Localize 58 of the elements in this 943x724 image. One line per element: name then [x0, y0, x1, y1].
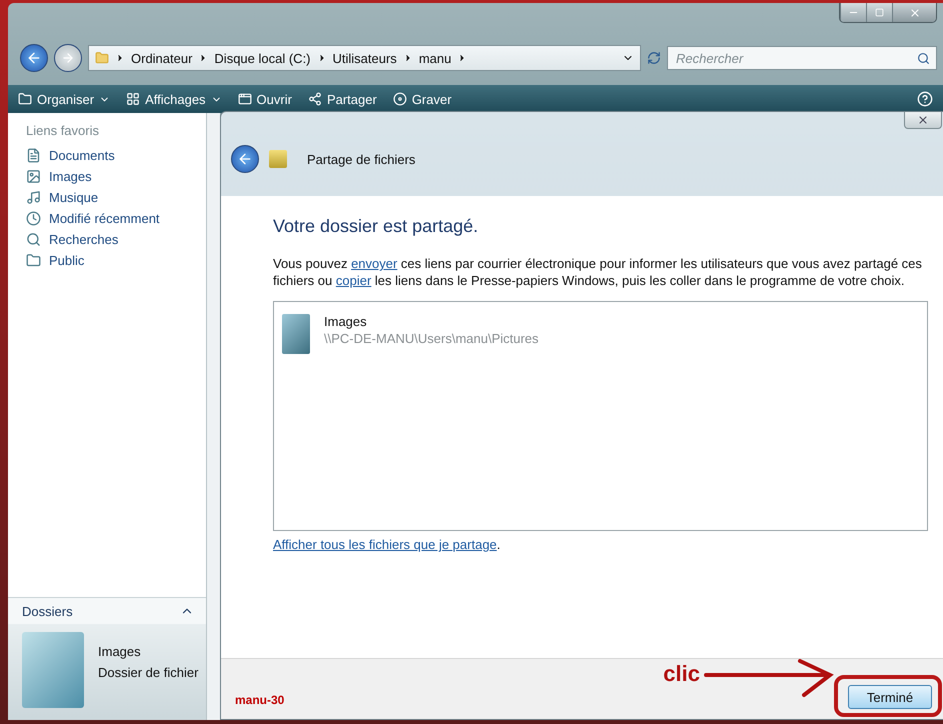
sidebar-item[interactable]: Recherches — [26, 232, 206, 247]
sidebar-item[interactable]: Modifié récemment — [26, 211, 206, 226]
sidebar-item[interactable]: Musique — [26, 190, 206, 205]
text-link[interactable]: copier — [336, 273, 372, 288]
toolbar-button[interactable]: Affichages — [126, 92, 222, 106]
minimize-button[interactable] — [840, 3, 866, 22]
sidebar-item[interactable]: Documents — [26, 148, 206, 163]
forward-button[interactable] — [54, 44, 82, 72]
sidebar-icon — [26, 211, 41, 226]
close-button[interactable] — [904, 112, 942, 129]
breadcrumb[interactable]: Utilisateurs — [332, 50, 397, 66]
search-box[interactable]: Rechercher — [667, 46, 937, 70]
breadcrumb[interactable]: Ordinateur — [131, 50, 192, 66]
sidebar-icon — [26, 169, 41, 184]
search-field[interactable]: Rechercher — [674, 50, 917, 66]
toolbar-icon — [238, 92, 252, 106]
done-button[interactable]: Terminé — [848, 685, 932, 709]
toolbar-icon — [308, 92, 322, 106]
toolbar-button[interactable]: Graver — [392, 92, 452, 106]
message-text: Vous pouvez envoyer ces liens par courrier électronique pour informer les utilisateurs que vous avez partagé ces fichiers ou copier les liens dans le Presse-papiers Windows, puis les coller dans le programme de votre choix. — [273, 255, 923, 289]
text-link[interactable]: Afficher tous les fichiers que je partage — [273, 537, 497, 552]
address-bar[interactable]: Ordinateur Disque local (C:) Utilisateurs manu — [88, 45, 641, 71]
toolbar-button[interactable]: Ouvrir — [238, 92, 292, 106]
close-icon — [908, 6, 920, 18]
back-button[interactable] — [20, 44, 48, 72]
help-icon[interactable] — [917, 91, 933, 107]
folders-header[interactable]: Dossiers — [8, 597, 206, 624]
toolbar-button[interactable]: Partager — [308, 92, 377, 106]
toolbar-icon — [392, 92, 407, 106]
item-type: Dossier de fichier — [98, 665, 198, 680]
item-name[interactable]: Images — [324, 314, 539, 329]
sidebar-icon — [26, 253, 41, 268]
back-button[interactable] — [231, 145, 259, 173]
link-text: Afficher tous les fichiers que je partage. — [273, 537, 502, 552]
dialog-title: Partage de fichiers — [307, 152, 416, 166]
maximize-button[interactable] — [866, 3, 892, 22]
breadcrumb[interactable]: Disque local (C:) — [214, 50, 311, 66]
annotation-text: clic — [663, 661, 700, 687]
breadcrumb[interactable]: manu — [418, 50, 452, 66]
annotation-label: manu-30 — [235, 693, 284, 707]
toolbar-icon — [18, 92, 32, 106]
sidebar-item[interactable]: Images — [26, 169, 206, 184]
close-icon — [917, 114, 929, 126]
sidebar-icon — [26, 190, 41, 205]
sidebar-icon — [26, 232, 41, 247]
item-name: Images — [98, 644, 142, 659]
sidebar-item[interactable]: Public — [26, 253, 206, 268]
text-link[interactable]: envoyer — [351, 256, 398, 271]
maximize-icon — [875, 8, 884, 17]
toolbar-icon — [126, 92, 140, 106]
sidebar-icon — [26, 148, 41, 163]
toolbar-button[interactable]: Organiser — [18, 92, 110, 106]
sidebar-title: Liens favoris — [26, 123, 100, 138]
item-path: \\PC-DE-MANU\Users\manu\Pictures — [324, 331, 539, 346]
search-icon — [917, 52, 930, 64]
dialog-heading: Votre dossier est partagé. — [273, 216, 480, 237]
refresh-icon[interactable] — [647, 51, 661, 65]
close-button[interactable] — [892, 3, 936, 22]
